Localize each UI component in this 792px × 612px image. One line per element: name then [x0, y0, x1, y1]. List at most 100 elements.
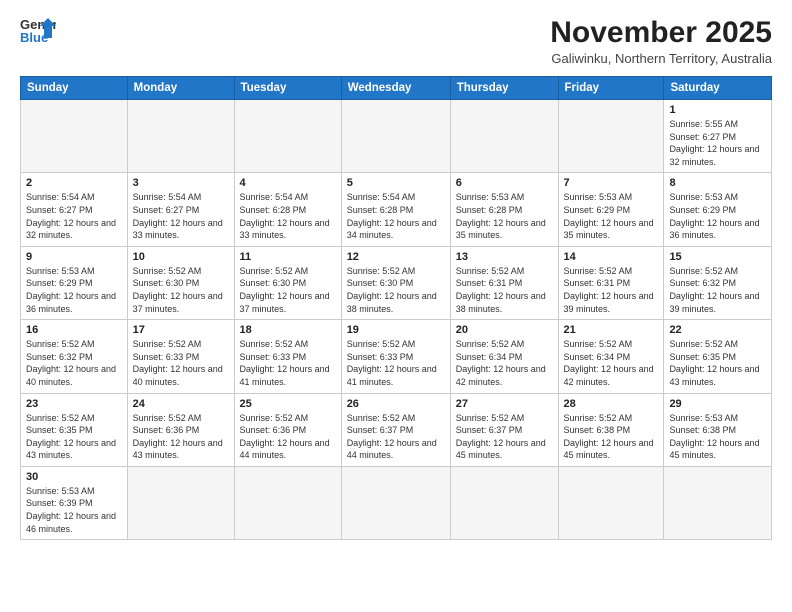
day-info: Sunrise: 5:52 AM Sunset: 6:33 PM Dayligh…	[240, 338, 336, 388]
calendar-day-cell	[450, 466, 558, 539]
day-number: 24	[133, 398, 229, 410]
day-number: 22	[669, 324, 766, 336]
calendar-day-cell: 17 Sunrise: 5:52 AM Sunset: 6:33 PM Dayli…	[127, 320, 234, 393]
calendar-day-cell: 18 Sunrise: 5:52 AM Sunset: 6:33 PM Dayli…	[234, 320, 341, 393]
day-of-week-header: Sunday	[21, 77, 128, 100]
day-info: Sunrise: 5:54 AM Sunset: 6:27 PM Dayligh…	[133, 191, 229, 241]
day-number: 26	[347, 398, 445, 410]
day-number: 4	[240, 177, 336, 189]
calendar-day-cell: 30Sunrise: 5:53 AM Sunset: 6:39 PM Dayli…	[21, 466, 128, 539]
calendar-week-row: 16 Sunrise: 5:52 AM Sunset: 6:32 PM Dayli…	[21, 320, 772, 393]
calendar-day-cell: 19 Sunrise: 5:52 AM Sunset: 6:33 PM Dayli…	[341, 320, 450, 393]
title-block: November 2025 Galiwinku, Northern Territ…	[550, 16, 772, 66]
day-info: Sunrise: 5:52 AM Sunset: 6:31 PM Dayligh…	[564, 265, 659, 315]
day-info: Sunrise: 5:53 AM Sunset: 6:28 PM Dayligh…	[456, 191, 553, 241]
day-number: 13	[456, 251, 553, 263]
day-number: 17	[133, 324, 229, 336]
day-info: Sunrise: 5:52 AM Sunset: 6:32 PM Dayligh…	[26, 338, 122, 388]
day-info: Sunrise: 5:52 AM Sunset: 6:34 PM Dayligh…	[564, 338, 659, 388]
day-info: Sunrise: 5:55 AM Sunset: 6:27 PM Dayligh…	[669, 118, 766, 168]
day-number: 21	[564, 324, 659, 336]
day-info: Sunrise: 5:52 AM Sunset: 6:34 PM Dayligh…	[456, 338, 553, 388]
calendar-day-cell	[341, 466, 450, 539]
calendar-day-cell	[127, 100, 234, 173]
day-info: Sunrise: 5:53 AM Sunset: 6:29 PM Dayligh…	[564, 191, 659, 241]
calendar-day-cell: 16 Sunrise: 5:52 AM Sunset: 6:32 PM Dayli…	[21, 320, 128, 393]
calendar-day-cell: 20 Sunrise: 5:52 AM Sunset: 6:34 PM Dayli…	[450, 320, 558, 393]
logo: General Blue	[20, 16, 56, 46]
day-info: Sunrise: 5:54 AM Sunset: 6:28 PM Dayligh…	[347, 191, 445, 241]
day-info: Sunrise: 5:54 AM Sunset: 6:27 PM Dayligh…	[26, 191, 122, 241]
day-info: Sunrise: 5:54 AM Sunset: 6:28 PM Dayligh…	[240, 191, 336, 241]
day-info: Sunrise: 5:52 AM Sunset: 6:35 PM Dayligh…	[26, 412, 122, 462]
day-of-week-header: Saturday	[664, 77, 772, 100]
day-info: Sunrise: 5:52 AM Sunset: 6:30 PM Dayligh…	[347, 265, 445, 315]
calendar-day-cell: 4 Sunrise: 5:54 AM Sunset: 6:28 PM Daylig…	[234, 173, 341, 246]
day-of-week-header: Thursday	[450, 77, 558, 100]
day-info: Sunrise: 5:53 AM Sunset: 6:38 PM Dayligh…	[669, 412, 766, 462]
calendar-week-row: 1 Sunrise: 5:55 AM Sunset: 6:27 PM Daylig…	[21, 100, 772, 173]
day-number: 5	[347, 177, 445, 189]
calendar-day-cell: 21 Sunrise: 5:52 AM Sunset: 6:34 PM Dayli…	[558, 320, 664, 393]
calendar-week-row: 2 Sunrise: 5:54 AM Sunset: 6:27 PM Daylig…	[21, 173, 772, 246]
calendar-week-row: 30Sunrise: 5:53 AM Sunset: 6:39 PM Dayli…	[21, 466, 772, 539]
calendar-day-cell	[127, 466, 234, 539]
day-info: Sunrise: 5:52 AM Sunset: 6:32 PM Dayligh…	[669, 265, 766, 315]
calendar-day-cell: 27 Sunrise: 5:52 AM Sunset: 6:37 PM Dayli…	[450, 393, 558, 466]
day-number: 11	[240, 251, 336, 263]
day-info: Sunrise: 5:52 AM Sunset: 6:37 PM Dayligh…	[456, 412, 553, 462]
day-number: 25	[240, 398, 336, 410]
calendar-header-row: SundayMondayTuesdayWednesdayThursdayFrid…	[21, 77, 772, 100]
day-info: Sunrise: 5:52 AM Sunset: 6:35 PM Dayligh…	[669, 338, 766, 388]
calendar-day-cell: 28Sunrise: 5:52 AM Sunset: 6:38 PM Dayli…	[558, 393, 664, 466]
day-info: Sunrise: 5:52 AM Sunset: 6:30 PM Dayligh…	[133, 265, 229, 315]
calendar-day-cell: 9Sunrise: 5:53 AM Sunset: 6:29 PM Daylig…	[21, 246, 128, 319]
day-number: 27	[456, 398, 553, 410]
calendar-day-cell: 26 Sunrise: 5:52 AM Sunset: 6:37 PM Dayli…	[341, 393, 450, 466]
day-number: 18	[240, 324, 336, 336]
page-header: General Blue November 2025 Galiwinku, No…	[20, 16, 772, 66]
day-number: 16	[26, 324, 122, 336]
calendar-day-cell	[234, 466, 341, 539]
day-number: 8	[669, 177, 766, 189]
day-info: Sunrise: 5:52 AM Sunset: 6:37 PM Dayligh…	[347, 412, 445, 462]
day-info: Sunrise: 5:52 AM Sunset: 6:38 PM Dayligh…	[564, 412, 659, 462]
day-info: Sunrise: 5:52 AM Sunset: 6:31 PM Dayligh…	[456, 265, 553, 315]
day-number: 12	[347, 251, 445, 263]
day-info: Sunrise: 5:52 AM Sunset: 6:33 PM Dayligh…	[347, 338, 445, 388]
day-number: 6	[456, 177, 553, 189]
day-number: 2	[26, 177, 122, 189]
day-info: Sunrise: 5:53 AM Sunset: 6:29 PM Dayligh…	[669, 191, 766, 241]
calendar-day-cell	[664, 466, 772, 539]
calendar-day-cell: 10 Sunrise: 5:52 AM Sunset: 6:30 PM Dayli…	[127, 246, 234, 319]
day-info: Sunrise: 5:52 AM Sunset: 6:36 PM Dayligh…	[240, 412, 336, 462]
day-info: Sunrise: 5:52 AM Sunset: 6:30 PM Dayligh…	[240, 265, 336, 315]
day-number: 14	[564, 251, 659, 263]
calendar-day-cell: 25 Sunrise: 5:52 AM Sunset: 6:36 PM Dayli…	[234, 393, 341, 466]
day-info: Sunrise: 5:52 AM Sunset: 6:33 PM Dayligh…	[133, 338, 229, 388]
day-number: 10	[133, 251, 229, 263]
calendar-day-cell: 15 Sunrise: 5:52 AM Sunset: 6:32 PM Dayli…	[664, 246, 772, 319]
day-number: 3	[133, 177, 229, 189]
calendar-day-cell	[21, 100, 128, 173]
day-number: 19	[347, 324, 445, 336]
calendar-day-cell: 12 Sunrise: 5:52 AM Sunset: 6:30 PM Dayli…	[341, 246, 450, 319]
day-number: 15	[669, 251, 766, 263]
day-number: 20	[456, 324, 553, 336]
day-number: 1	[669, 104, 766, 116]
calendar-table: SundayMondayTuesdayWednesdayThursdayFrid…	[20, 76, 772, 540]
calendar-week-row: 9Sunrise: 5:53 AM Sunset: 6:29 PM Daylig…	[21, 246, 772, 319]
calendar-day-cell	[234, 100, 341, 173]
calendar-day-cell: 8 Sunrise: 5:53 AM Sunset: 6:29 PM Daylig…	[664, 173, 772, 246]
svg-text:Blue: Blue	[20, 30, 48, 45]
day-number: 23	[26, 398, 122, 410]
day-number: 9	[26, 251, 122, 263]
calendar-day-cell: 7 Sunrise: 5:53 AM Sunset: 6:29 PM Daylig…	[558, 173, 664, 246]
calendar-day-cell: 24 Sunrise: 5:52 AM Sunset: 6:36 PM Dayli…	[127, 393, 234, 466]
calendar-day-cell: 29Sunrise: 5:53 AM Sunset: 6:38 PM Dayli…	[664, 393, 772, 466]
calendar-day-cell	[558, 100, 664, 173]
day-number: 7	[564, 177, 659, 189]
calendar-day-cell	[341, 100, 450, 173]
calendar-day-cell	[558, 466, 664, 539]
day-info: Sunrise: 5:52 AM Sunset: 6:36 PM Dayligh…	[133, 412, 229, 462]
